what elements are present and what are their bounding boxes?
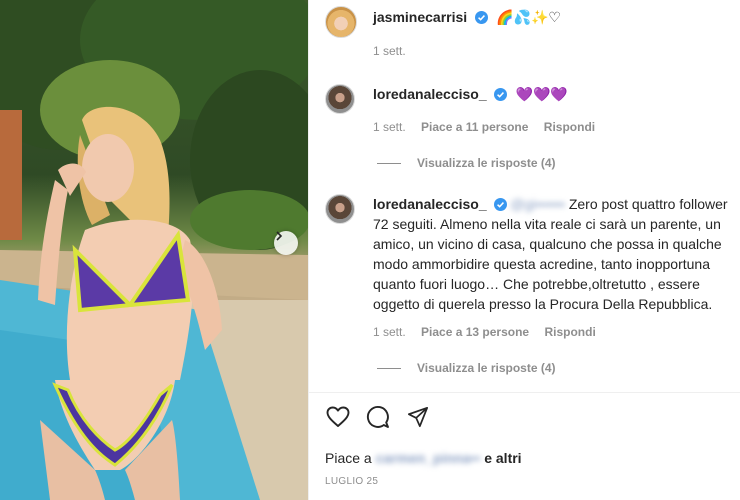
replies-line xyxy=(377,367,401,369)
likes-prefix: Piace a xyxy=(325,450,372,466)
send-icon xyxy=(407,406,429,428)
verified-badge-icon xyxy=(494,88,508,101)
comment-2-body: loredanalecciso_ @gi•••••• Zero post qua… xyxy=(373,194,739,314)
comments-panel: jasminecarrisi 🌈💦✨♡ 1 sett. loredanalecc… xyxy=(308,0,740,500)
post-date[interactable]: LUGLIO 25 xyxy=(325,476,378,487)
author-avatar[interactable] xyxy=(325,6,357,38)
action-bar xyxy=(325,404,431,430)
post-meta: 1 sett. xyxy=(373,44,418,58)
comment-1-header: loredanalecciso_ 💜💜💜 xyxy=(373,86,568,104)
likes-suffix[interactable]: e altri xyxy=(484,450,521,466)
share-button[interactable] xyxy=(405,404,431,430)
caption-row: jasminecarrisi 🌈💦✨♡ xyxy=(373,9,561,27)
comment-button[interactable] xyxy=(365,404,391,430)
next-photo-button[interactable] xyxy=(274,231,298,255)
comment-2-time[interactable]: 1 sett. xyxy=(373,325,406,339)
comment-1-meta: 1 sett. Piace a 11 persone Rispondi xyxy=(373,120,607,134)
commenter-avatar[interactable] xyxy=(325,194,355,224)
comment-1-text: 💜💜💜 xyxy=(515,86,568,102)
comment-2-mention[interactable]: @gi•••••• xyxy=(510,194,565,214)
comment-2-meta: 1 sett. Piace a 13 persone Rispondi xyxy=(373,325,608,339)
comment-2-username[interactable]: loredanalecciso_ xyxy=(373,196,487,212)
verified-badge-icon xyxy=(474,11,488,24)
comment-1-likes[interactable]: Piace a 11 persone xyxy=(421,120,528,134)
comment-2-view-replies-label: Visualizza le risposte (4) xyxy=(417,361,556,375)
post-time[interactable]: 1 sett. xyxy=(373,44,406,58)
like-button[interactable] xyxy=(325,404,351,430)
comment-2-reply-button[interactable]: Rispondi xyxy=(544,325,595,339)
caption-emojis: 🌈💦✨♡ xyxy=(496,9,561,25)
actions-divider xyxy=(309,392,740,393)
comment-1-view-replies[interactable]: Visualizza le risposte (4) xyxy=(377,156,556,170)
comment-2-likes[interactable]: Piace a 13 persone xyxy=(421,325,529,339)
heart-icon xyxy=(326,406,350,427)
post-photo xyxy=(0,0,308,500)
post-author-username[interactable]: jasminecarrisi xyxy=(373,9,467,25)
likes-user[interactable]: carmen_pinna•• xyxy=(376,450,481,466)
verified-badge-icon xyxy=(493,198,507,211)
chevron-right-icon xyxy=(276,231,283,241)
comment-1-view-replies-label: Visualizza le risposte (4) xyxy=(417,156,556,170)
likes-summary: Piace a carmen_pinna•• e altri xyxy=(325,450,522,466)
comment-1-username[interactable]: loredanalecciso_ xyxy=(373,86,487,102)
commenter-avatar[interactable] xyxy=(325,84,355,114)
comment-1-reply-button[interactable]: Rispondi xyxy=(544,120,595,134)
comment-icon xyxy=(367,406,389,428)
photo-illustration xyxy=(0,0,308,500)
comment-2-view-replies[interactable]: Visualizza le risposte (4) xyxy=(377,361,556,375)
replies-line xyxy=(377,162,401,164)
comment-1-time[interactable]: 1 sett. xyxy=(373,120,406,134)
